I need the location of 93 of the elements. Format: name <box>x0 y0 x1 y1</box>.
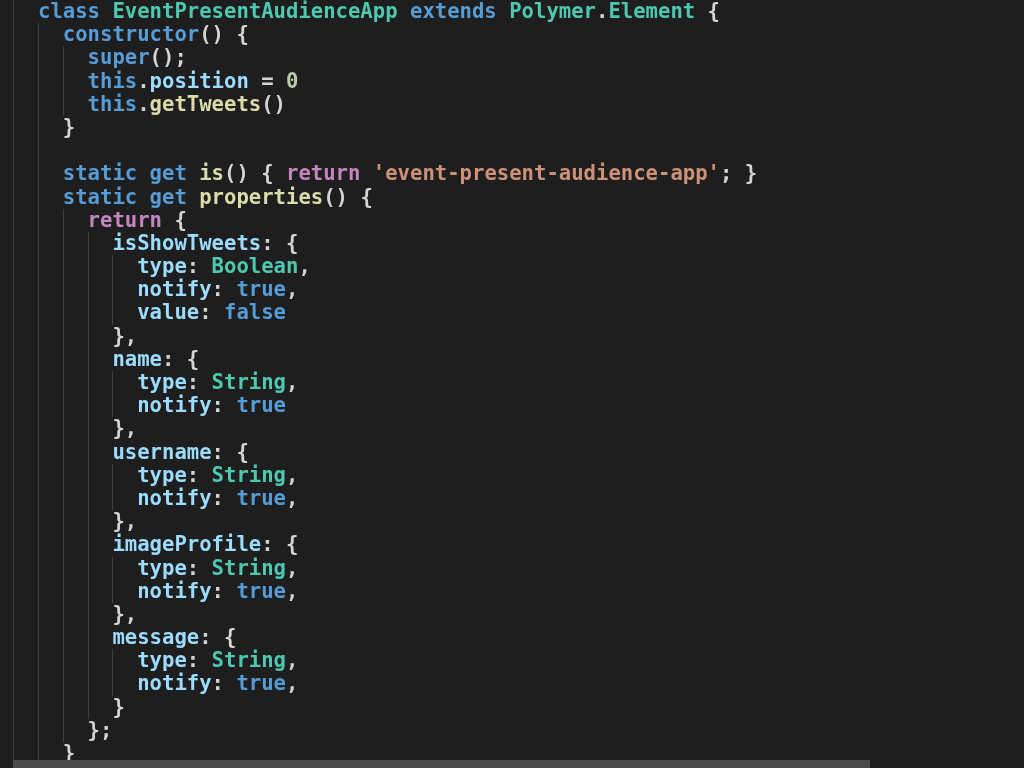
code-keyword: get <box>148 185 187 209</box>
code-punctuation: : { <box>211 440 249 464</box>
code-keyword: get <box>148 162 187 186</box>
code-punctuation: () { <box>323 185 373 209</box>
code-type-name: String <box>211 371 286 395</box>
code-property: type <box>137 463 187 487</box>
code-keyword: this <box>87 69 138 93</box>
code-punctuation: . <box>596 0 609 24</box>
code-punctuation: , <box>286 463 299 487</box>
code-keyword: true <box>235 278 286 302</box>
code-keyword: constructor <box>62 23 200 47</box>
code-keyword: extends <box>408 0 497 24</box>
code-type-name: Element <box>608 0 696 24</box>
code-punctuation: , <box>286 371 299 395</box>
code-punctuation: }, <box>112 602 138 627</box>
code-keyword: true <box>236 579 286 603</box>
code-punctuation: , <box>286 278 299 302</box>
code-punctuation: ; } <box>720 162 758 186</box>
code-type-name: String <box>211 649 286 673</box>
code-punctuation: , <box>286 672 299 696</box>
code-punctuation: , <box>298 255 311 279</box>
code-keyword: true <box>235 394 286 418</box>
code-punctuation: } <box>112 695 125 719</box>
code-property: message <box>112 626 200 650</box>
code-punctuation: : <box>186 463 200 487</box>
code-property: notify <box>137 394 212 418</box>
code-punctuation: { <box>706 0 720 24</box>
code-punctuation: : <box>211 394 224 418</box>
code-function-name: is <box>198 162 224 186</box>
horizontal-scrollbar[interactable] <box>13 760 870 768</box>
code-punctuation: : <box>186 255 200 279</box>
code-type-name: EventPresentAudienceApp <box>111 0 398 24</box>
code-punctuation: , <box>286 486 299 511</box>
code-property: type <box>137 371 187 395</box>
code-function-name: properties <box>198 185 324 209</box>
code-number: 0 <box>285 69 299 93</box>
code-punctuation: : <box>211 278 224 302</box>
code-punctuation: : { <box>261 533 299 557</box>
code-punctuation: }, <box>112 324 138 348</box>
code-punctuation: : <box>211 486 224 511</box>
code-punctuation: } <box>62 115 76 140</box>
code-punctuation: : <box>199 301 212 325</box>
code-punctuation: . <box>137 92 150 116</box>
code-type-name: Boolean <box>211 255 299 279</box>
code-punctuation: () { <box>199 23 249 47</box>
code-keyword: static <box>62 162 138 186</box>
code-punctuation: : <box>186 371 200 394</box>
code-property: type <box>137 649 187 673</box>
code-punctuation: = <box>260 69 274 93</box>
code-keyword: false <box>223 301 286 325</box>
code-punctuation: }, <box>112 417 138 441</box>
code-property: name <box>112 347 162 371</box>
code-keyword: super <box>87 46 150 70</box>
code-punctuation: : { <box>162 347 200 371</box>
code-punctuation: : { <box>199 626 237 650</box>
code-property: notify <box>137 672 212 696</box>
code-property: value <box>137 301 200 325</box>
code-property: notify <box>137 486 212 511</box>
code-punctuation: : <box>211 579 224 603</box>
code-function-name: getTweets <box>149 92 262 116</box>
code-string: 'event-present-audience-app' <box>371 162 720 186</box>
code-keyword: class <box>38 0 100 24</box>
code-keyword: true <box>236 486 286 511</box>
code-punctuation: () <box>261 92 286 116</box>
code-punctuation: . <box>137 69 150 93</box>
code-keyword: return <box>285 162 361 186</box>
code-property: username <box>112 440 212 464</box>
code-punctuation: }; <box>87 718 113 742</box>
code-property: position <box>149 69 249 93</box>
code-property: imageProfile <box>112 533 262 557</box>
code-punctuation: : <box>186 556 200 580</box>
code-punctuation: , <box>286 579 299 603</box>
code-keyword: true <box>235 672 286 696</box>
code-punctuation: () { <box>224 162 274 186</box>
code-type-name: Polymer <box>508 0 596 24</box>
code-property: isShowTweets <box>112 231 262 256</box>
code-punctuation: : { <box>261 231 299 256</box>
code-property: type <box>137 556 187 580</box>
code-punctuation: , <box>286 556 299 580</box>
code-punctuation: : <box>211 672 224 696</box>
code-type-name: String <box>211 556 286 580</box>
code-property: notify <box>137 278 212 302</box>
code-punctuation: : <box>186 649 200 673</box>
code-punctuation: { <box>174 208 187 232</box>
code-keyword: static <box>62 185 138 209</box>
code-keyword: return <box>87 208 162 232</box>
code-punctuation: (); <box>149 46 187 70</box>
code-property: notify <box>137 579 212 603</box>
code-punctuation: }, <box>112 510 138 534</box>
code-keyword: this <box>87 92 138 116</box>
code-type-name: String <box>211 463 286 487</box>
code-punctuation: , <box>286 649 299 673</box>
code-property: type <box>137 255 187 279</box>
